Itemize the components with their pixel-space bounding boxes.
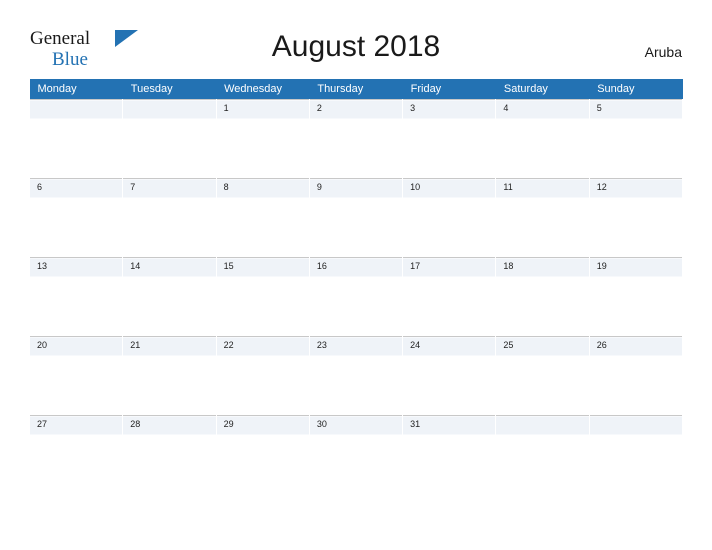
day-cell[interactable]: 7 (122, 178, 217, 258)
day-cell[interactable]: 20 (28, 336, 124, 416)
week-row: 6 7 8 9 10 11 12 (28, 178, 684, 258)
day-number: 2 (316, 103, 322, 113)
day-cell[interactable]: 5 (588, 99, 684, 179)
day-number: 30 (316, 419, 327, 429)
day-cell[interactable]: 9 (308, 178, 404, 258)
day-number: 1 (223, 103, 229, 113)
day-number: 13 (37, 261, 48, 271)
day-cell[interactable]: 21 (122, 336, 217, 416)
day-cell[interactable]: 13 (28, 257, 124, 337)
day-cell[interactable]: 30 (308, 415, 404, 494)
day-cell[interactable]: 11 (495, 178, 590, 258)
day-cell[interactable] (588, 415, 684, 494)
day-cell[interactable]: 17 (402, 257, 497, 337)
weekday-header-friday: Friday (402, 79, 496, 100)
day-cell[interactable]: 16 (308, 257, 404, 337)
day-cell[interactable]: 24 (402, 336, 497, 416)
weekday-header-tuesday: Tuesday (122, 79, 217, 100)
day-cell[interactable]: 4 (495, 99, 590, 179)
day-cell[interactable] (495, 415, 590, 494)
day-cell[interactable]: 18 (495, 257, 590, 337)
calendar-table: Monday Tuesday Wednesday Thursday Friday… (28, 79, 684, 494)
day-number: 9 (316, 182, 322, 192)
day-cell[interactable]: 29 (215, 415, 310, 494)
day-cell[interactable]: 8 (215, 178, 310, 258)
day-number: 27 (37, 419, 48, 429)
country-label: Aruba (644, 44, 682, 60)
week-row: 20 21 22 23 24 25 26 (28, 336, 684, 416)
day-cell[interactable]: 25 (495, 336, 590, 416)
day-cell[interactable]: 2 (308, 99, 404, 179)
calendar-grid: Monday Tuesday Wednesday Thursday Friday… (28, 79, 684, 494)
weekday-header-thursday: Thursday (309, 79, 403, 100)
day-cell[interactable]: 31 (402, 415, 497, 494)
weekday-header-saturday: Saturday (495, 79, 590, 100)
day-cell[interactable]: 23 (308, 336, 404, 416)
day-number: 28 (130, 419, 141, 429)
day-number: 16 (316, 261, 327, 271)
day-cell[interactable]: 15 (215, 257, 310, 337)
day-number: 29 (223, 419, 234, 429)
day-cell[interactable]: 6 (28, 178, 124, 258)
day-number: 22 (223, 340, 234, 350)
day-cell[interactable]: 1 (215, 99, 310, 179)
day-number: 19 (596, 261, 607, 271)
weekday-header-wednesday: Wednesday (216, 79, 310, 100)
day-number: 18 (503, 261, 514, 271)
day-number: 14 (130, 261, 141, 271)
day-number: 3 (410, 103, 416, 113)
day-number: 12 (596, 182, 607, 192)
day-cell[interactable]: 3 (402, 99, 497, 179)
calendar-page: General Blue August 2018 Aruba Monday Tu… (0, 0, 712, 550)
day-number: 15 (223, 261, 234, 271)
day-number: 31 (410, 419, 421, 429)
day-number: 20 (37, 340, 48, 350)
day-cell[interactable]: 22 (215, 336, 310, 416)
day-number: 4 (503, 103, 509, 113)
day-cell[interactable]: 10 (402, 178, 497, 258)
page-header: General Blue August 2018 Aruba (0, 0, 712, 78)
weekday-header-monday: Monday (29, 79, 123, 100)
day-cell[interactable] (28, 99, 124, 179)
weekday-header-sunday: Sunday (589, 79, 683, 100)
day-number: 25 (503, 340, 514, 350)
day-number: 8 (223, 182, 229, 192)
day-cell[interactable] (122, 99, 217, 179)
weekday-header-row: Monday Tuesday Wednesday Thursday Friday… (29, 79, 683, 100)
week-row: 13 14 15 16 17 18 19 (28, 257, 684, 337)
day-cell[interactable]: 26 (588, 336, 684, 416)
calendar-body: 1 2 3 4 5 6 7 8 9 10 11 12 13 14 15 16 1… (28, 99, 684, 494)
day-number: 26 (596, 340, 607, 350)
day-number: 6 (37, 182, 43, 192)
day-cell[interactable]: 27 (28, 415, 124, 494)
page-title: August 2018 (271, 30, 441, 63)
day-number: 24 (410, 340, 421, 350)
week-row: 1 2 3 4 5 (28, 99, 684, 179)
day-number: 11 (503, 182, 513, 192)
day-number: 10 (410, 182, 421, 192)
day-number: 23 (316, 340, 327, 350)
week-row: 27 28 29 30 31 (28, 415, 684, 494)
day-number: 7 (130, 182, 136, 192)
day-number: 17 (410, 261, 421, 271)
day-number: 21 (130, 340, 141, 350)
day-cell[interactable]: 19 (588, 257, 684, 337)
day-cell[interactable]: 14 (122, 257, 217, 337)
day-cell[interactable]: 28 (122, 415, 217, 494)
day-cell[interactable]: 12 (588, 178, 684, 258)
day-number: 5 (596, 103, 602, 113)
